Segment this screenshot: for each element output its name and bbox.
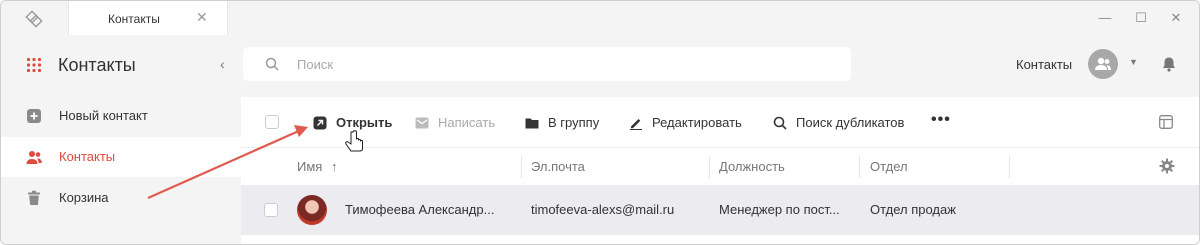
user-avatar[interactable]	[1088, 49, 1118, 79]
column-divider[interactable]	[859, 156, 860, 178]
cell-email: timofeeva-alexs@mail.ru	[531, 202, 675, 217]
column-header-name[interactable]: Имя	[297, 159, 322, 174]
minimize-icon[interactable]: —	[1096, 9, 1114, 27]
table-row[interactable]: Тимофеева Александр... timofeeva-alexs@m…	[241, 185, 1199, 235]
column-header-department[interactable]: Отдел	[870, 159, 908, 174]
gear-icon[interactable]	[1159, 158, 1175, 174]
apps-grid-icon[interactable]	[26, 57, 42, 73]
table-header: Имя ↑ Эл.почта Должность Отдел	[241, 147, 1199, 185]
open-external-icon	[313, 116, 327, 130]
open-button-label: Открыть	[336, 115, 393, 130]
search-placeholder: Поиск	[297, 57, 334, 72]
column-divider[interactable]	[1009, 156, 1010, 178]
sidebar-item-trash[interactable]: Корзина	[1, 178, 241, 218]
sidebar-item-contacts[interactable]: Контакты	[1, 137, 241, 177]
app-logo-icon	[25, 10, 43, 28]
column-divider[interactable]	[521, 156, 522, 178]
search-icon	[773, 116, 787, 130]
sidebar-item-label: Контакты	[59, 149, 116, 164]
search-icon	[265, 57, 279, 71]
write-button-label: Написать	[438, 115, 496, 130]
cell-department: Отдел продаж	[870, 202, 956, 217]
cell-name: Тимофеева Александр...	[345, 202, 495, 217]
column-divider[interactable]	[709, 156, 710, 178]
pencil-icon	[630, 119, 642, 130]
select-all-checkbox[interactable]	[265, 115, 279, 129]
user-group-icon	[1095, 57, 1111, 70]
plus-square-icon	[27, 109, 41, 123]
sidebar-item-new-contact[interactable]: Новый контакт	[1, 96, 241, 136]
bell-icon[interactable]	[1161, 56, 1177, 72]
row-checkbox[interactable]	[264, 203, 278, 217]
edit-button-label: Редактировать	[652, 115, 742, 130]
sidebar: Контакты ‹ Новый контакт Контакты Корзин…	[1, 35, 241, 244]
cell-position: Менеджер по пост...	[719, 202, 840, 217]
column-header-position[interactable]: Должность	[719, 159, 785, 174]
tab-label: Контакты	[108, 12, 160, 26]
toolbar: Открыть Написать В группу Редактировать …	[241, 97, 1199, 147]
section-label: Контакты	[1016, 57, 1073, 72]
sidebar-title: Контакты	[58, 55, 136, 75]
add-to-group-label: В группу	[548, 115, 600, 130]
tab-contacts[interactable]: Контакты ✕	[68, 1, 228, 35]
open-button[interactable]: Открыть	[313, 114, 393, 132]
close-icon[interactable]: ✕	[1167, 9, 1185, 27]
more-options-icon[interactable]: •••	[931, 111, 951, 129]
maximize-icon[interactable]: ☐	[1132, 9, 1150, 27]
collapse-sidebar-icon[interactable]: ‹	[220, 56, 225, 72]
sidebar-item-label: Новый контакт	[59, 108, 148, 123]
avatar	[297, 195, 327, 225]
folder-icon	[525, 118, 539, 129]
find-duplicates-label: Поиск дубликатов	[796, 115, 905, 130]
users-icon	[26, 151, 42, 164]
app-window: Контакты ✕ — ☐ ✕ Контакты ‹ Новый контак…	[0, 0, 1200, 245]
sort-ascending-icon[interactable]: ↑	[331, 159, 338, 174]
title-bar: Контакты ✕ — ☐ ✕	[1, 1, 1199, 35]
column-header-email[interactable]: Эл.почта	[531, 159, 585, 174]
write-button[interactable]: Написать	[415, 114, 505, 132]
find-duplicates-button[interactable]: Поиск дубликатов	[773, 114, 913, 132]
tab-close-icon[interactable]: ✕	[196, 9, 208, 26]
mail-icon	[415, 117, 429, 129]
layout-view-icon[interactable]	[1159, 115, 1173, 129]
main-area: Поиск Контакты ▼ Открыть Написать В груп…	[241, 35, 1199, 244]
chevron-down-icon[interactable]: ▼	[1129, 57, 1138, 67]
sidebar-item-label: Корзина	[59, 190, 109, 205]
edit-button[interactable]: Редактировать	[629, 114, 749, 132]
add-to-group-button[interactable]: В группу	[525, 114, 609, 132]
contacts-panel: Открыть Написать В группу Редактировать …	[241, 97, 1199, 244]
sidebar-header: Контакты ‹	[1, 49, 241, 83]
trash-icon	[28, 190, 40, 205]
search-input[interactable]: Поиск	[243, 47, 851, 81]
